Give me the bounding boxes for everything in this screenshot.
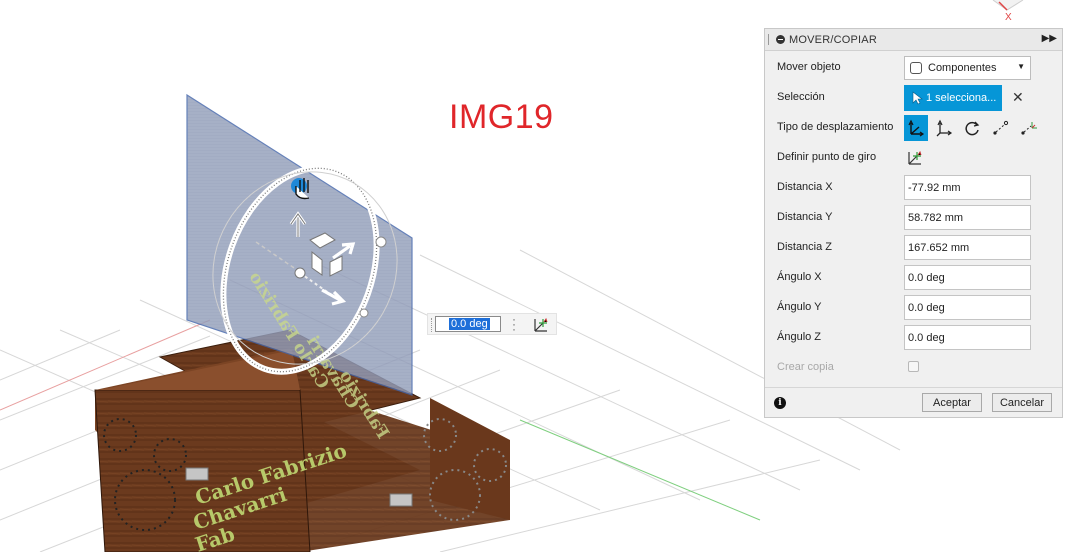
row-distance-x: Distancia X [765, 173, 1062, 203]
inline-angle-input-box: 0.0 deg ··· [427, 313, 557, 335]
distance-x-input[interactable] [904, 175, 1031, 200]
selection-button[interactable]: 1 selecciona... [904, 85, 1002, 111]
chevron-down-icon: ▼ [1017, 62, 1025, 71]
row-selection: Selección 1 selecciona... ✕ [765, 83, 1062, 113]
move-object-dropdown[interactable]: Componentes ▼ [904, 56, 1031, 80]
view-cube-axis: X [1005, 12, 1012, 23]
translate-icon[interactable] [932, 115, 956, 141]
angle-y-input[interactable] [904, 295, 1031, 320]
set-pivot-icon[interactable] [532, 316, 550, 334]
move-copy-dialog: MOVER/COPIAR ▶▶ Mover objeto Componentes… [764, 28, 1063, 418]
pivot-label: Definir punto de giro [777, 151, 877, 163]
row-move-type: Tipo de desplazamiento [765, 113, 1062, 143]
distance-x-label: Distancia X [777, 181, 833, 193]
row-angle-y: Ángulo Y [765, 293, 1062, 323]
distance-y-input[interactable] [904, 205, 1031, 230]
move-object-value: Componentes [928, 62, 997, 74]
dialog-title: MOVER/COPIAR [789, 34, 877, 46]
angle-y-label: Ángulo Y [777, 301, 822, 313]
row-angle-x: Ángulo X [765, 263, 1062, 293]
inline-angle-input[interactable] [435, 316, 501, 332]
info-icon[interactable]: i [774, 397, 786, 409]
row-move-object: Mover objeto Componentes ▼ [765, 53, 1062, 83]
dialog-drag-grip[interactable] [768, 34, 771, 45]
view-cube[interactable]: X [985, 0, 1025, 24]
expand-dialog-icon[interactable]: ▶▶ [1042, 33, 1057, 44]
image-watermark-label: IMG19 [449, 98, 554, 136]
move-object-label: Mover objeto [777, 61, 841, 73]
collapse-dialog-icon[interactable] [776, 35, 785, 44]
dialog-footer: i Aceptar Cancelar [765, 387, 1062, 417]
rotate-icon[interactable] [960, 115, 984, 141]
clear-selection-icon[interactable]: ✕ [1012, 89, 1024, 106]
cancel-button[interactable]: Cancelar [992, 393, 1052, 412]
point-to-position-icon[interactable] [1016, 115, 1040, 141]
more-options-icon[interactable]: · · · [512, 313, 516, 335]
angle-z-label: Ángulo Z [777, 331, 822, 343]
selection-label: Selección [777, 91, 825, 103]
angle-x-label: Ángulo X [777, 271, 822, 283]
row-distance-z: Distancia Z [765, 233, 1062, 263]
row-create-copy: Crear copia [765, 353, 1062, 383]
row-pivot: Definir punto de giro [765, 143, 1062, 173]
create-copy-checkbox[interactable] [908, 361, 919, 372]
distance-z-input[interactable] [904, 235, 1031, 260]
move-type-label: Tipo de desplazamiento [777, 121, 894, 133]
distance-y-label: Distancia Y [777, 211, 833, 223]
create-copy-label: Crear copia [777, 361, 834, 373]
dialog-header[interactable]: MOVER/COPIAR ▶▶ [765, 29, 1062, 51]
component-icon [910, 62, 922, 74]
row-angle-z: Ángulo Z [765, 323, 1062, 353]
distance-z-label: Distancia Z [777, 241, 833, 253]
selection-value: 1 selecciona... [926, 92, 997, 104]
angle-x-input[interactable] [904, 265, 1031, 290]
cursor-arrow-icon [912, 91, 923, 105]
angle-z-input[interactable] [904, 325, 1031, 350]
ok-button[interactable]: Aceptar [922, 393, 982, 412]
row-distance-y: Distancia Y [765, 203, 1062, 233]
free-move-icon[interactable] [904, 115, 928, 141]
set-pivot-icon[interactable] [906, 149, 924, 167]
point-to-point-icon[interactable] [988, 115, 1012, 141]
